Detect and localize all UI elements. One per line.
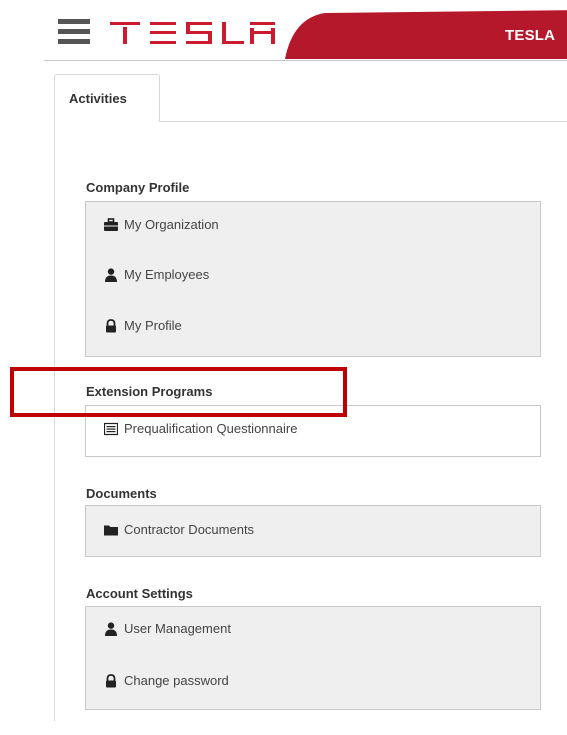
- briefcase-icon: [104, 217, 118, 232]
- hamburger-menu-icon[interactable]: [58, 19, 90, 45]
- menu-item-prequalification-questionnaire[interactable]: Prequalification Questionnaire: [104, 421, 297, 436]
- lock-icon: [104, 318, 118, 333]
- tesla-logo-icon[interactable]: [110, 22, 275, 44]
- user-icon: [104, 621, 118, 636]
- app-header: TESLA: [0, 0, 567, 62]
- item-label: Prequalification Questionnaire: [124, 421, 298, 436]
- company-profile-box: My Organization My Employees My Profile: [85, 201, 541, 357]
- menu-item-my-profile[interactable]: My Profile: [104, 318, 182, 333]
- menu-item-user-management[interactable]: User Management: [104, 621, 231, 636]
- item-label: Contractor Documents: [124, 522, 255, 537]
- item-label: Change password: [124, 673, 229, 688]
- documents-box: Contractor Documents: [85, 505, 541, 557]
- user-icon: [104, 267, 118, 282]
- menu-item-my-employees[interactable]: My Employees: [104, 267, 209, 282]
- section-title-documents: Documents: [86, 486, 157, 501]
- tab-activities[interactable]: Activities: [54, 74, 160, 122]
- item-label: My Organization: [124, 217, 219, 232]
- brand-name: TESLA: [505, 27, 556, 44]
- lock-icon: [104, 673, 118, 688]
- highlight-box: [10, 367, 347, 417]
- section-title-account-settings: Account Settings: [86, 586, 193, 601]
- section-title-company-profile: Company Profile: [86, 180, 190, 195]
- item-label: My Profile: [124, 318, 182, 333]
- menu-item-change-password[interactable]: Change password: [104, 673, 229, 688]
- item-label: My Employees: [124, 267, 210, 282]
- list-icon: [104, 422, 118, 436]
- account-settings-box: User Management Change password: [85, 606, 541, 710]
- folder-icon: [104, 523, 118, 537]
- tab-label: Activities: [69, 91, 127, 106]
- menu-item-my-organization[interactable]: My Organization: [104, 217, 219, 232]
- menu-item-contractor-documents[interactable]: Contractor Documents: [104, 522, 254, 537]
- header-divider: [44, 60, 567, 61]
- item-label: User Management: [124, 621, 231, 636]
